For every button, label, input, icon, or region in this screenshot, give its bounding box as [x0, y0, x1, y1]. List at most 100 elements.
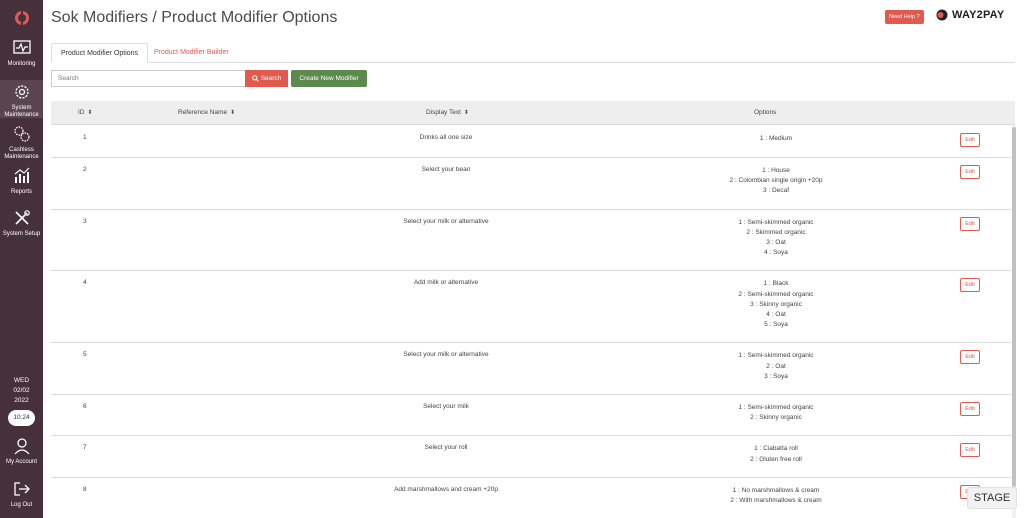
- brand-logo-icon: [936, 9, 948, 21]
- brand: WAY2PAY: [936, 9, 1004, 21]
- cell-id: 8: [83, 485, 87, 493]
- column-header-reference-name[interactable]: Reference Name ⬍: [178, 101, 235, 125]
- cogs-icon: [13, 126, 30, 142]
- tools-icon: [14, 210, 30, 225]
- cell-display-text: Select your roll: [424, 444, 468, 452]
- option-line: 2 : Gluten free roll: [750, 455, 802, 463]
- cell-id: 6: [83, 403, 87, 410]
- table-row: 6 Select your milk 1 : Semi-skimmed organi…: [51, 395, 1015, 437]
- create-new-modifier-button[interactable]: Create New Modifier: [291, 70, 367, 87]
- cell-id: 3: [83, 217, 87, 225]
- option-line: 1 : Semi-skimmed organic: [738, 218, 814, 226]
- page-title: Sok Modifiers / Product Modifier Options: [51, 9, 338, 26]
- sidebar-item-label: Monitoring: [7, 61, 36, 67]
- sidebar-item-system-setup[interactable]: System Setup: [0, 208, 43, 238]
- cell-options: 1 : Semi-skimmed organic 2 : Oat 3 : Soya: [681, 351, 871, 382]
- cell-display-text: Select your milk or alternative: [403, 217, 489, 225]
- column-header-display-text[interactable]: Display Text ⬍: [426, 101, 469, 125]
- tab-product-modifier-options[interactable]: Product Modifier Options: [51, 43, 149, 63]
- cell-id: 2: [83, 166, 87, 173]
- sidebar-item-label: Cashless Maintenance: [4, 147, 39, 160]
- option-line: 2 : Oat: [766, 362, 786, 370]
- table-row: 2 Select your bean 1 : House 2 : Colombian …: [51, 158, 1015, 210]
- edit-button[interactable]: Edit: [960, 402, 980, 416]
- search-button-label: Search: [260, 75, 282, 82]
- option-line: 5 : Soya: [764, 321, 788, 329]
- sidebar-item-my-account[interactable]: My Account: [0, 436, 43, 466]
- table-row: 8 Add marshmallows and cream +20p 1 : No m…: [51, 478, 1015, 518]
- sidebar-item-system-maintenance[interactable]: System Maintenance: [0, 80, 43, 118]
- logout-icon: [13, 482, 30, 496]
- sidebar-item-monitoring[interactable]: Monitoring: [0, 38, 43, 68]
- edit-button[interactable]: Edit: [960, 133, 980, 147]
- scrollbar[interactable]: [1012, 125, 1016, 518]
- option-line: 3 : Oat: [766, 239, 786, 246]
- sidebar-item-label: System Maintenance: [4, 105, 39, 118]
- edit-button[interactable]: Edit: [960, 278, 980, 293]
- cell-display-text: Drinks all one size: [419, 134, 473, 141]
- date-year: 2022: [14, 397, 29, 404]
- date-day: WED: [13, 377, 30, 384]
- chart-icon: [14, 167, 29, 183]
- cell-options: 1 : Black 2 : Semi-skimmed organic 3 : Ski…: [681, 279, 871, 330]
- cell-display-text: Select your bean: [421, 166, 471, 173]
- date-daymonth: 02/02: [13, 387, 30, 394]
- option-line: 2 : Skinny organic: [750, 414, 802, 422]
- option-line: 1 : No marshmallows & cream: [732, 486, 820, 494]
- option-line: 3 : Decaf: [762, 187, 789, 195]
- column-header-id[interactable]: ID ⬍: [78, 101, 93, 125]
- cell-id: 5: [83, 351, 87, 359]
- search-button[interactable]: Search: [245, 70, 288, 87]
- sidebar-item-log-out[interactable]: Log Out: [0, 479, 43, 509]
- option-line: 1 : Semi-skimmed organic: [738, 404, 814, 411]
- edit-button[interactable]: Edit: [960, 165, 980, 179]
- option-line: 2 : Skimmed organic: [746, 228, 806, 236]
- sort-icon: ⬍: [463, 110, 469, 116]
- table-row: 7 Select your roll 1 : Ciabatta roll 2 : Gl…: [51, 436, 1015, 478]
- search-input[interactable]: [51, 70, 245, 87]
- sort-icon: ⬍: [87, 110, 93, 116]
- sort-icon: ⬍: [230, 110, 236, 116]
- cell-options: 1 : No marshmallows & cream 2 : With mars…: [681, 486, 871, 506]
- sidebar-item-label: Log Out: [10, 502, 33, 508]
- table-row: 3 Select your milk or alternative 1 : Semi…: [51, 210, 1015, 272]
- monitoring-icon: [12, 40, 31, 54]
- scrollbar-thumb[interactable]: [1012, 127, 1016, 487]
- option-line: 3 : Soya: [764, 372, 788, 380]
- edit-button[interactable]: Edit: [960, 350, 980, 365]
- cell-options: 1 : Semi-skimmed organic 2 : Skinny organ…: [681, 403, 871, 423]
- cell-display-text: Add marshmallows and cream +20p: [394, 485, 498, 493]
- option-line: 1 : Ciabatta roll: [754, 445, 798, 453]
- app-logo-icon: [15, 11, 29, 25]
- cell-options: 1 : House 2 : Colombian single origin +20…: [681, 166, 871, 197]
- current-date: WED 02/02 2022: [0, 376, 43, 406]
- edit-button[interactable]: Edit: [960, 443, 980, 458]
- cell-id: 4: [83, 279, 87, 287]
- sidebar-item-label: System Setup: [2, 231, 41, 237]
- option-line: 2 : Semi-skimmed organic: [738, 290, 814, 298]
- brand-name: WAY2PAY: [952, 9, 1005, 21]
- sidebar-item-cashless-maintenance[interactable]: Cashless Maintenance: [0, 124, 43, 161]
- user-icon: [14, 438, 29, 455]
- edit-button[interactable]: Edit: [960, 216, 980, 231]
- option-line: 2 : Colombian single origin +20p: [729, 177, 823, 185]
- sidebar-item-label: Reports: [10, 189, 32, 195]
- option-line: 1 : Semi-skimmed organic: [738, 352, 814, 360]
- sidebar-item-label: My Account: [5, 459, 37, 465]
- table-row: 1 Drinks all one size 1 : Medium Edit: [51, 126, 1015, 158]
- cell-display-text: Select your milk or alternative: [403, 351, 489, 359]
- tab-product-modifier-builder[interactable]: Product Modifier Builder: [145, 43, 238, 63]
- cell-id: 1: [83, 134, 87, 141]
- search-icon: [251, 75, 259, 82]
- sidebar-item-reports[interactable]: Reports: [0, 166, 43, 196]
- option-line: 1 : House: [762, 167, 790, 174]
- need-help-button[interactable]: Need Help ?: [885, 10, 924, 24]
- cell-options: 1 : Medium: [681, 134, 871, 144]
- modifier-table: ID ⬍ Reference Name ⬍ Display Text ⬍ Opt…: [51, 101, 1015, 518]
- option-line: 3 : Skinny organic: [750, 300, 802, 308]
- current-time: 10:24: [8, 410, 35, 426]
- cell-options: 1 : Semi-skimmed organic 2 : Skimmed orga…: [681, 218, 871, 259]
- sidebar: Monitoring System Maintenance Cashless M…: [0, 0, 43, 518]
- column-header-options: Options: [754, 109, 777, 116]
- option-line: 4 : Soya: [764, 249, 788, 257]
